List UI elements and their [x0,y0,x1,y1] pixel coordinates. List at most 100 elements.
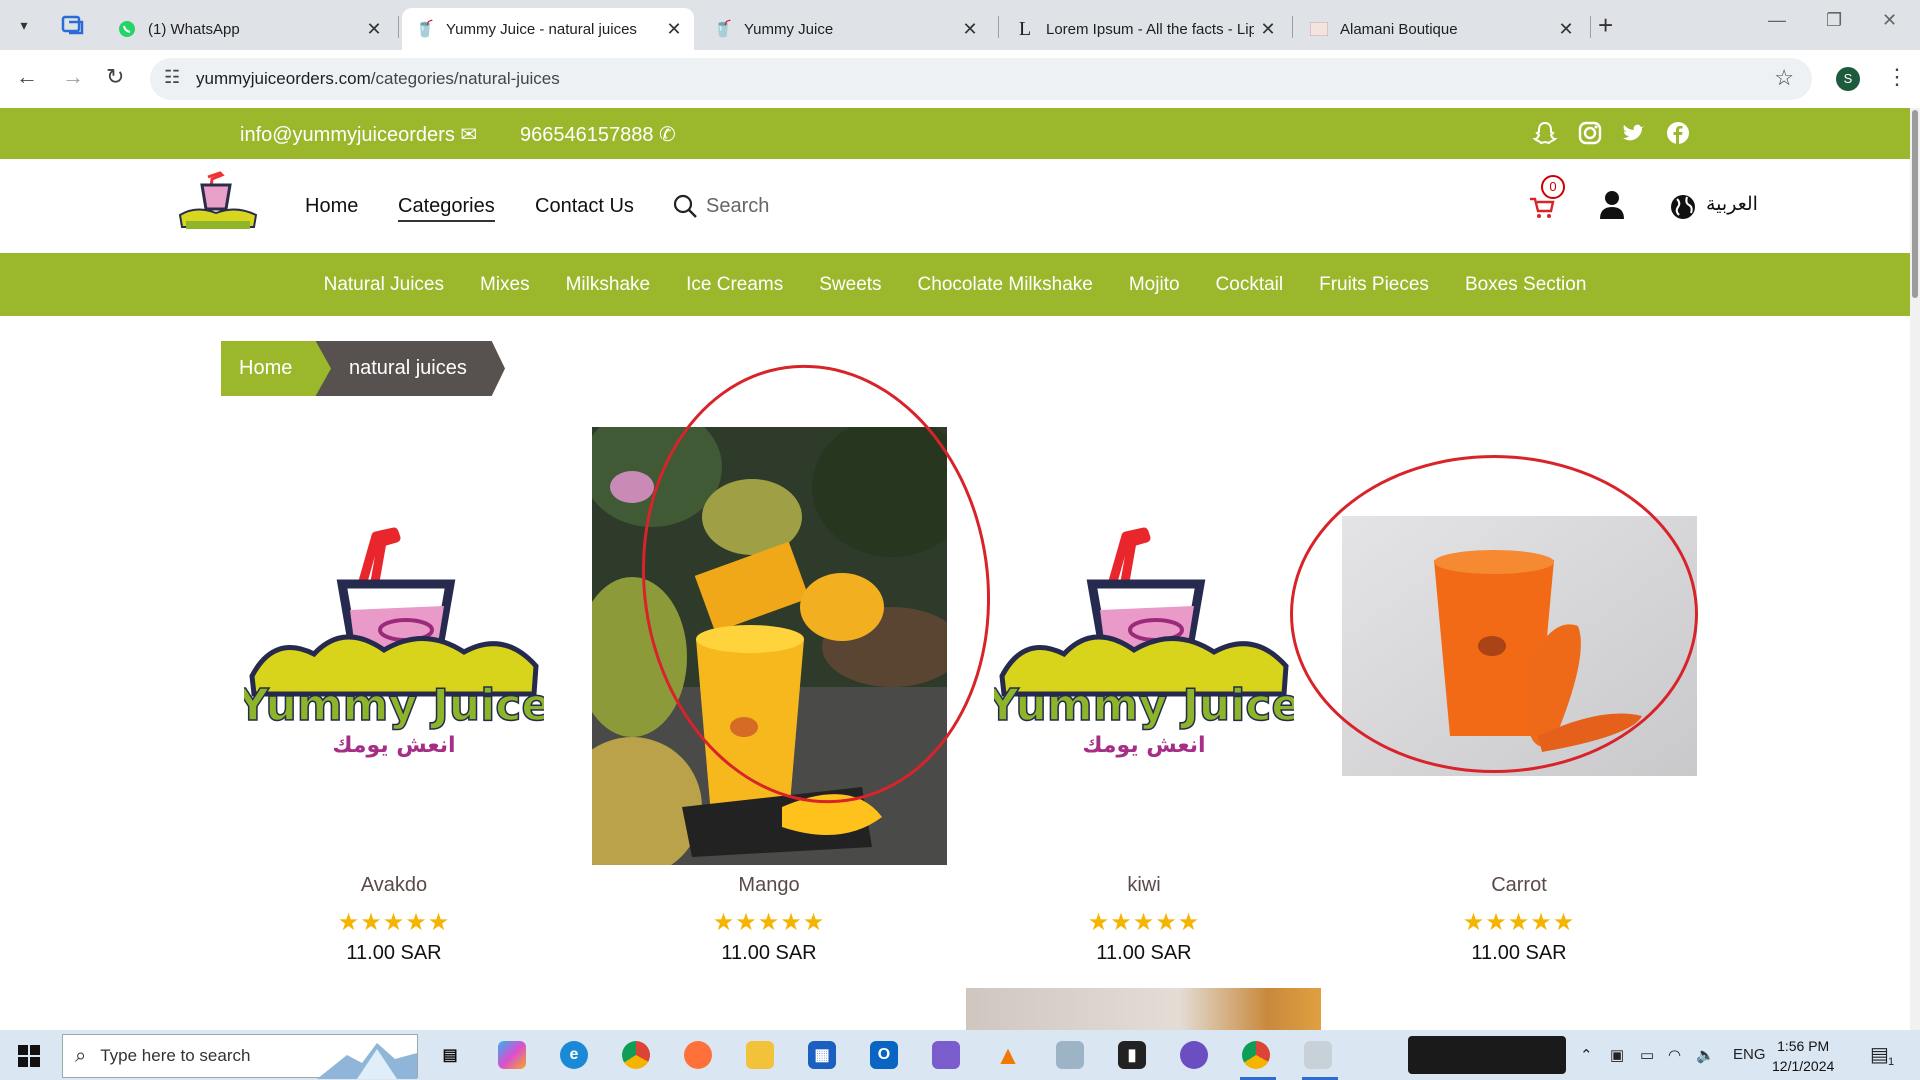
site-info-icon[interactable]: ☷ [164,67,180,88]
notifications-icon[interactable]: ▤ [1870,1042,1889,1067]
taskbar-clock[interactable]: 1:56 PM 12/1/2024 [1772,1036,1834,1076]
close-tab-icon[interactable]: ✕ [1254,19,1282,40]
search-button[interactable]: Search [672,193,769,219]
star-rating-icon: ★★★★★ [1462,909,1576,936]
edge-icon[interactable]: e [560,1041,588,1069]
user-account-icon[interactable] [1598,189,1626,221]
category-chocolate-milkshake[interactable]: Chocolate Milkshake [900,274,1111,296]
product-image[interactable] [1339,426,1699,866]
globe-icon[interactable] [1669,193,1697,221]
close-tab-icon[interactable]: ✕ [1552,19,1580,40]
address-bar[interactable]: ☷ yummyjuiceorders.com/categories/natura… [150,58,1812,100]
category-natural-juices[interactable]: Natural Juices [306,274,462,296]
category-milkshake[interactable]: Milkshake [548,274,668,296]
input-language[interactable]: ENG [1733,1046,1766,1063]
instagram-icon[interactable] [1577,120,1603,146]
close-tab-icon[interactable]: ✕ [956,19,984,40]
tab-alamani-boutique[interactable]: Alamani Boutique ✕ [1296,8,1586,50]
search-highlight-image [317,1043,417,1079]
screen-capture-toolbar[interactable] [1408,1036,1566,1074]
minimize-icon[interactable]: — [1768,10,1786,31]
reload-icon[interactable]: ↻ [106,64,124,90]
new-tab-plus-icon[interactable]: + [1598,10,1613,41]
video-editor-icon[interactable]: ▮ [1118,1041,1146,1069]
facebook-icon[interactable] [1665,120,1691,146]
category-boxes-section[interactable]: Boxes Section [1447,274,1604,296]
twitter-icon[interactable] [1621,120,1647,146]
browser-tab-strip: ▾ (1) WhatsApp ✕ 🥤 Yummy Juice - natural… [0,0,1920,50]
product-name[interactable]: Mango [589,874,949,897]
bookmark-star-icon[interactable]: ☆ [1774,65,1794,91]
product-image[interactable]: Yummy Juice انعش يومك [964,426,1324,866]
product-name[interactable]: Avakdo [214,874,574,897]
microsoft-store-icon[interactable]: ▦ [808,1041,836,1069]
nav-home[interactable]: Home [305,195,358,218]
category-ice-creams[interactable]: Ice Creams [668,274,801,296]
photos-icon[interactable] [1056,1041,1084,1069]
site-logo[interactable] [176,169,260,239]
vlc-icon[interactable]: ▲ [994,1040,1022,1070]
tab-yummy-juice[interactable]: 🥤 Yummy Juice ✕ [700,8,990,50]
browser-menu-icon[interactable]: ⋮ [1886,64,1908,90]
product-price: 11.00 SAR [721,942,817,964]
url-path: /categories/natural-juices [370,69,560,88]
product-image[interactable] [589,426,949,866]
close-tab-icon[interactable]: ✕ [660,19,688,40]
firefox-icon[interactable] [684,1041,712,1069]
app-icon[interactable] [1180,1041,1208,1069]
contact-email[interactable]: info@yummyjuiceorders ✉ [240,122,477,147]
tab-title: Yummy Juice - natural juices [446,20,637,38]
windows-start-icon[interactable] [18,1045,40,1067]
language-switch[interactable]: العربية [1706,193,1758,216]
nav-categories[interactable]: Categories [398,195,495,222]
nav-contact-us[interactable]: Contact Us [535,195,634,218]
forward-arrow-icon[interactable]: → [62,64,84,90]
yummy-favicon-icon: 🥤 [415,21,435,38]
meet-now-icon[interactable]: ▣ [1610,1046,1624,1064]
close-window-icon[interactable]: ✕ [1882,10,1897,31]
contact-phone[interactable]: 966546157888 ✆ [520,122,676,147]
battery-icon[interactable]: ▭ [1640,1046,1654,1064]
file-explorer-icon[interactable] [746,1041,774,1069]
category-sweets[interactable]: Sweets [801,274,899,296]
show-hidden-icons-chevron-icon[interactable]: ⌃ [1580,1046,1593,1064]
back-arrow-icon[interactable]: ← [16,64,38,90]
category-cocktail[interactable]: Cocktail [1198,274,1302,296]
volume-muted-icon[interactable]: 🔈 [1696,1046,1715,1064]
pinned-tab-icon[interactable] [60,13,86,37]
profile-avatar[interactable]: S [1836,67,1860,91]
tab-lorem-ipsum[interactable]: L Lorem Ipsum - All the facts - Lip ✕ [1002,8,1288,50]
paint-icon[interactable] [1304,1041,1332,1069]
chrome-profile-icon[interactable] [1242,1041,1270,1069]
teams-icon[interactable] [932,1041,960,1069]
category-mojito[interactable]: Mojito [1111,274,1198,296]
page-scrollbar[interactable] [1910,108,1920,1030]
breadcrumb-home[interactable]: Home [221,341,331,396]
category-fruits-pieces[interactable]: Fruits Pieces [1301,274,1447,296]
tab-natural-juices[interactable]: 🥤 Yummy Juice - natural juices ✕ [402,8,694,50]
task-view-icon[interactable]: ▤ [436,1041,464,1069]
clock-date: 12/1/2024 [1772,1058,1835,1074]
wifi-icon[interactable]: ◠ [1668,1046,1681,1064]
copilot-icon[interactable] [498,1041,526,1069]
tab-title: (1) WhatsApp [148,20,240,38]
browser-toolbar: ← → ↻ ☷ yummyjuiceorders.com/categories/… [0,50,1920,108]
outlook-icon[interactable]: O [870,1041,898,1069]
product-image[interactable]: Yummy Juice انعش يومك [214,426,574,866]
chrome-icon[interactable] [622,1041,650,1069]
breadcrumb-current: natural juices [315,341,505,396]
taskbar-search-box[interactable]: ⌕ Type here to search [62,1034,418,1079]
product-name[interactable]: kiwi [964,874,1324,897]
site-contact-bar: info@yummyjuiceorders ✉ 966546157888 ✆ [0,108,1910,159]
tab-whatsapp[interactable]: (1) WhatsApp ✕ [104,8,394,50]
next-row-product-image[interactable] [966,988,1321,1030]
tab-search-chevron-icon[interactable]: ▾ [10,12,38,38]
category-mixes[interactable]: Mixes [462,274,548,296]
site-header: Home Categories Contact Us Search العربي… [0,159,1910,253]
envelope-icon: ✉ [460,124,478,146]
snapchat-icon[interactable] [1532,120,1558,146]
close-tab-icon[interactable]: ✕ [360,19,388,40]
restore-icon[interactable]: ❐ [1826,10,1842,31]
product-name[interactable]: Carrot [1339,874,1699,897]
scrollbar-thumb[interactable] [1912,110,1918,298]
